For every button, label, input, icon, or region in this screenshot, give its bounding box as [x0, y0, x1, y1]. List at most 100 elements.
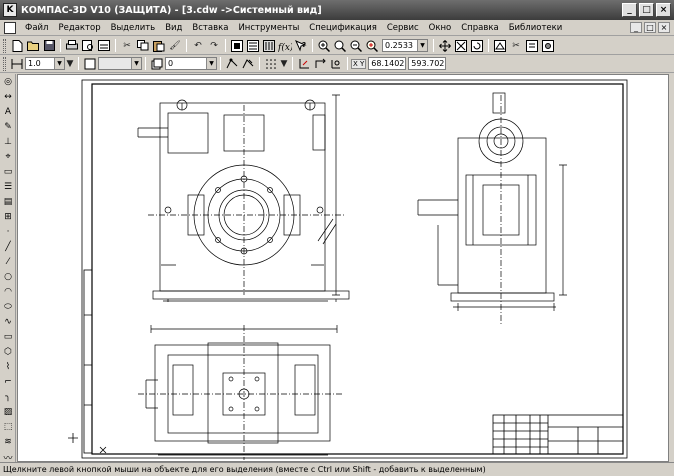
- x-coordinate-field[interactable]: 68.1402: [368, 57, 407, 70]
- dimensions-icon[interactable]: ↔: [1, 90, 15, 104]
- step-icon[interactable]: [83, 57, 97, 71]
- zoom-in-icon[interactable]: [317, 39, 331, 53]
- rectangle-icon[interactable]: ▭: [1, 330, 15, 344]
- toolbar-separator: [292, 57, 293, 70]
- doc-minimize-button[interactable]: _: [630, 22, 642, 33]
- menu-specification[interactable]: Спецификация: [304, 23, 382, 33]
- maximize-button[interactable]: □: [639, 3, 654, 17]
- ellipse-icon[interactable]: ⬭: [1, 300, 15, 314]
- spec-icon[interactable]: ☰: [1, 180, 15, 194]
- close-button[interactable]: ×: [656, 3, 671, 17]
- chevron-down-icon[interactable]: ▼: [206, 58, 216, 69]
- spline-icon[interactable]: ∿: [1, 315, 15, 329]
- hatch-icon[interactable]: ▨: [1, 405, 15, 419]
- show-all-icon[interactable]: [454, 39, 468, 53]
- contour-icon[interactable]: ⬚: [1, 420, 15, 434]
- menu-editor[interactable]: Редактор: [53, 23, 105, 33]
- print-icon[interactable]: [65, 39, 79, 53]
- new-document-icon[interactable]: [10, 39, 24, 53]
- step-field[interactable]: ▼: [98, 57, 142, 70]
- drawing-canvas[interactable]: [17, 74, 669, 462]
- chevron-down-icon[interactable]: ▼: [417, 40, 427, 51]
- edit-icon[interactable]: ✎: [1, 120, 15, 134]
- save-icon[interactable]: [42, 39, 56, 53]
- help-pointer-icon[interactable]: ?: [294, 39, 308, 53]
- redo-icon[interactable]: ↷: [207, 39, 221, 53]
- style-field[interactable]: 1.0 ▼: [25, 57, 65, 70]
- round-icon[interactable]: [329, 57, 343, 71]
- chevron-down-icon[interactable]: ▼: [131, 58, 141, 69]
- copy-icon[interactable]: [136, 39, 150, 53]
- open-folder-icon[interactable]: [26, 39, 40, 53]
- settings-icon[interactable]: [541, 39, 555, 53]
- circle-icon[interactable]: ○: [1, 270, 15, 284]
- measure-tool-icon[interactable]: ⌖: [1, 150, 15, 164]
- ortho-icon[interactable]: [313, 57, 327, 71]
- menu-window[interactable]: Окно: [424, 23, 457, 33]
- polyline-icon[interactable]: ⌇: [1, 360, 15, 374]
- variables-icon[interactable]: [246, 39, 260, 53]
- menu-view[interactable]: Вид: [160, 23, 187, 33]
- paste-icon[interactable]: [152, 39, 166, 53]
- segment-icon[interactable]: ⁄: [1, 255, 15, 269]
- geometry-icon[interactable]: ◎: [1, 75, 15, 89]
- zoom-window-icon[interactable]: [333, 39, 347, 53]
- y-coordinate-field[interactable]: 593.702: [408, 57, 447, 70]
- cut-icon[interactable]: ✂: [120, 39, 134, 53]
- compact-toolbar: ◎ ↔ A ✎ ⊥ ⌖ ▭ ☰ ▤ ⊞ · ╱ ⁄ ○ ◠ ⬭ ∿ ▭ ⬡ ⌇ …: [0, 74, 16, 464]
- toolbar-grip[interactable]: [3, 56, 6, 71]
- zoom-field[interactable]: 0.2533 ▼: [382, 39, 428, 52]
- layer-field[interactable]: 0 ▼: [165, 57, 217, 70]
- arc-icon[interactable]: ◠: [1, 285, 15, 299]
- dropdown-arrow-icon[interactable]: ▼: [280, 57, 288, 71]
- fillet-icon[interactable]: ╮: [1, 390, 15, 404]
- menu-select[interactable]: Выделить: [106, 23, 161, 33]
- menu-service[interactable]: Сервис: [382, 23, 424, 33]
- manager-icon[interactable]: [230, 39, 244, 53]
- menu-file[interactable]: Файл: [20, 23, 53, 33]
- doc-close-button[interactable]: ×: [658, 22, 670, 33]
- minimize-button[interactable]: _: [622, 3, 637, 17]
- auxiliary-line-icon[interactable]: ╱: [1, 240, 15, 254]
- document-icon[interactable]: [4, 21, 16, 34]
- function-icon[interactable]: f(x): [278, 39, 292, 53]
- zoom-out-icon[interactable]: [349, 39, 363, 53]
- point-icon[interactable]: ·: [1, 225, 15, 239]
- parametrization-icon[interactable]: ⊥: [1, 135, 15, 149]
- format-painter-icon[interactable]: 🖌: [168, 39, 182, 53]
- zoom-scale-icon[interactable]: [365, 39, 379, 53]
- menu-tools[interactable]: Инструменты: [233, 23, 304, 33]
- title-block: [492, 414, 624, 455]
- chamfer-icon[interactable]: ⌐: [1, 375, 15, 389]
- properties-icon[interactable]: [525, 39, 539, 53]
- pan-icon[interactable]: [438, 39, 452, 53]
- grid-icon[interactable]: [264, 57, 278, 71]
- local-coordinate-icon[interactable]: [297, 57, 311, 71]
- line-style-icon[interactable]: [10, 57, 24, 71]
- designations-icon[interactable]: A: [1, 105, 15, 119]
- chevron-down-icon[interactable]: ▼: [54, 58, 64, 69]
- preview-icon[interactable]: [97, 39, 111, 53]
- dropdown-arrow-icon[interactable]: ▼: [66, 57, 74, 71]
- layers-icon[interactable]: [493, 39, 507, 53]
- menu-help[interactable]: Справка: [456, 23, 503, 33]
- snap-icon[interactable]: [225, 57, 239, 71]
- vertical-scrollbar[interactable]: [669, 74, 674, 462]
- doc-restore-button[interactable]: □: [644, 22, 656, 33]
- layer-icon[interactable]: [150, 57, 164, 71]
- polygon-icon[interactable]: ⬡: [1, 345, 15, 359]
- toolbar-grip[interactable]: [3, 38, 6, 53]
- report-icon[interactable]: ▤: [1, 195, 15, 209]
- menu-insert[interactable]: Вставка: [187, 23, 233, 33]
- print-preview-icon[interactable]: [81, 39, 95, 53]
- undo-icon[interactable]: ↶: [191, 39, 205, 53]
- local-snap-icon[interactable]: [241, 57, 255, 71]
- measure-icon[interactable]: ✂: [509, 39, 523, 53]
- svg-text:?: ?: [302, 41, 306, 49]
- refresh-icon[interactable]: [470, 39, 484, 53]
- insert-icon[interactable]: ⊞: [1, 210, 15, 224]
- menu-libraries[interactable]: Библиотеки: [504, 23, 568, 33]
- library-manager-icon[interactable]: [262, 39, 276, 53]
- select-icon[interactable]: ▭: [1, 165, 15, 179]
- equidistant-icon[interactable]: ≋: [1, 435, 15, 449]
